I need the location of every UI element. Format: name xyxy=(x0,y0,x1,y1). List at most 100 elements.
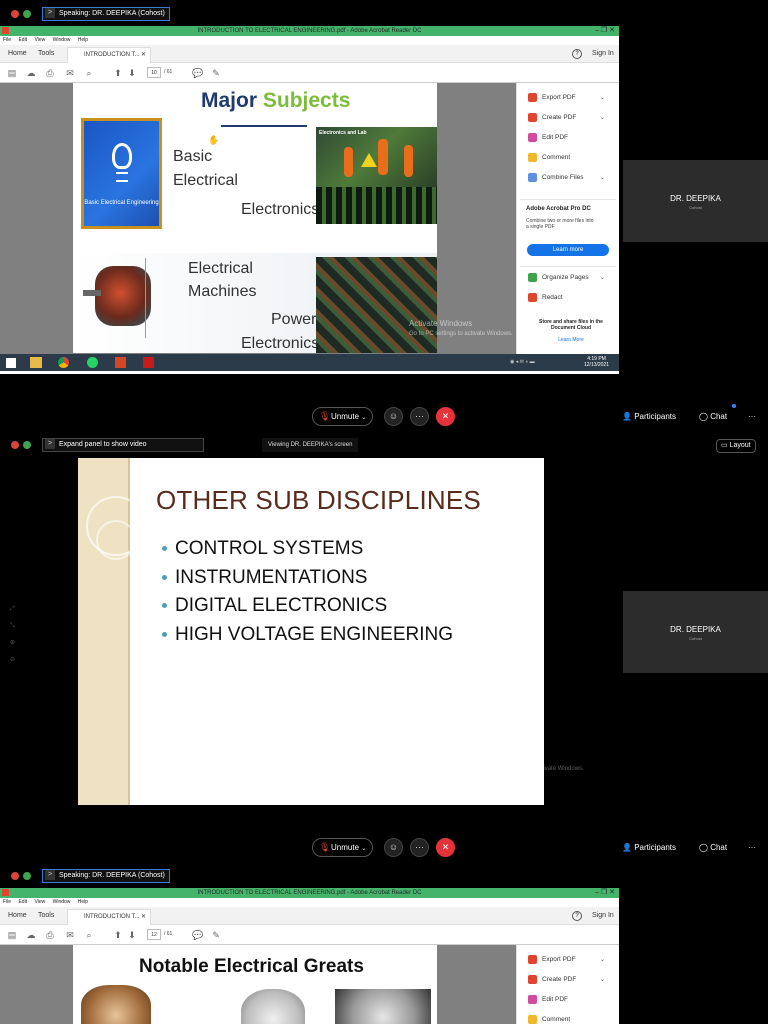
menu-edit[interactable]: Edit xyxy=(18,899,27,905)
chevron-down-icon[interactable]: ⌄ xyxy=(600,974,605,986)
close-dot-icon[interactable] xyxy=(11,872,19,880)
document-viewer[interactable]: Notable Electrical Greats xyxy=(0,945,516,1024)
save-icon[interactable]: ▤ xyxy=(7,930,17,940)
folder-icon[interactable] xyxy=(30,357,42,368)
menu-view[interactable]: View xyxy=(34,37,45,43)
participant-video-tile[interactable]: DR. DEEPIKA Cohost xyxy=(623,591,768,673)
store-learn-more-link[interactable]: Learn More xyxy=(529,337,613,343)
comment-icon[interactable]: 💬 xyxy=(192,68,203,78)
more-options-button[interactable]: ··· xyxy=(410,407,429,426)
menu-help[interactable]: Help xyxy=(78,899,88,905)
tool-comment[interactable]: Comment xyxy=(528,152,570,164)
leave-meeting-button[interactable]: ✕ xyxy=(436,407,455,426)
speaking-indicator[interactable]: > Speaking: DR. DEEPIKA (Cohost) xyxy=(42,869,170,883)
page-up-icon[interactable]: ⬆ xyxy=(113,930,123,940)
chevron-down-icon[interactable]: ⌄ xyxy=(600,172,605,184)
page-down-icon[interactable]: ⬇ xyxy=(127,930,137,940)
help-icon[interactable]: ? xyxy=(572,49,582,59)
tool-export-pdf[interactable]: Export PDF ⌄ xyxy=(528,92,605,104)
participant-video-tile[interactable]: DR. DEEPIKA Cohost xyxy=(623,160,768,242)
page-up-icon[interactable]: ⬆ xyxy=(113,68,123,78)
layout-button[interactable]: ▭ Layout xyxy=(716,439,756,453)
upload-icon[interactable]: ☁ xyxy=(26,68,36,78)
tab-home[interactable]: Home xyxy=(8,50,27,57)
chevron-down-icon[interactable]: ⌄ xyxy=(600,112,605,124)
expand-chevron-icon[interactable]: > xyxy=(45,8,55,19)
start-icon[interactable] xyxy=(6,358,16,368)
sign-in-link[interactable]: Sign In xyxy=(592,912,614,919)
whatsapp-icon[interactable] xyxy=(87,357,98,368)
reactions-button[interactable]: ☺ xyxy=(384,407,403,426)
learn-more-button[interactable]: Learn more xyxy=(527,244,609,256)
tool-combine-files[interactable]: Combine Files ⌄ xyxy=(528,172,605,184)
menu-file[interactable]: File xyxy=(3,899,11,905)
tool-create-pdf[interactable]: Create PDF ⌄ xyxy=(528,112,605,124)
save-icon[interactable]: ▤ xyxy=(7,68,17,78)
pen-icon[interactable]: ✎ xyxy=(211,68,221,78)
tab-document[interactable]: INTRODUCTION T... ✕ xyxy=(67,909,151,925)
tool-create-pdf[interactable]: Create PDF ⌄ xyxy=(528,974,605,986)
chat-button[interactable]: ◯ Chat xyxy=(699,412,727,421)
chevron-down-icon[interactable]: ⌄ xyxy=(600,954,605,966)
page-down-icon[interactable]: ⬇ xyxy=(127,68,137,78)
close-tab-icon[interactable]: ✕ xyxy=(141,48,146,62)
chrome-icon[interactable] xyxy=(58,357,69,368)
unmute-button[interactable]: 🎙 Unmute ⌄ xyxy=(312,838,374,857)
lock-dot-icon[interactable] xyxy=(23,872,31,880)
page-number-input[interactable]: 10 xyxy=(147,67,161,78)
chevron-down-icon[interactable]: ⌄ xyxy=(600,272,605,284)
pen-icon[interactable]: ✎ xyxy=(211,930,221,940)
tab-tools[interactable]: Tools xyxy=(38,912,54,919)
tool-organize-pages[interactable]: Organize Pages ⌄ xyxy=(528,272,605,284)
chevron-down-icon[interactable]: ⌄ xyxy=(600,92,605,104)
print-icon[interactable]: ⎙ xyxy=(45,68,55,78)
search-icon[interactable]: ⌕ xyxy=(84,930,94,940)
tray-icons[interactable]: ◉ ◂ ✉ ◖ ▬ xyxy=(510,359,535,365)
page-number-input[interactable]: 12 xyxy=(147,929,161,940)
email-icon[interactable]: ✉ xyxy=(65,930,75,940)
window-controls[interactable]: – ❐ ✕ xyxy=(595,26,615,36)
more-options-button[interactable]: ··· xyxy=(410,838,429,857)
more-menu-button[interactable]: ··· xyxy=(748,412,756,421)
print-icon[interactable]: ⎙ xyxy=(45,930,55,940)
document-viewer[interactable]: Major Subjects Basic Electrical Engineer… xyxy=(0,83,516,354)
menu-file[interactable]: File xyxy=(3,37,11,43)
expand-panel-button[interactable]: > Expand panel to show video xyxy=(42,438,204,452)
lock-dot-icon[interactable] xyxy=(23,441,31,449)
search-icon[interactable]: ⌕ xyxy=(84,68,94,78)
participants-button[interactable]: 👤 Participants xyxy=(622,843,676,852)
powerpoint-icon[interactable] xyxy=(115,357,126,368)
chat-button[interactable]: ◯ Chat xyxy=(699,843,727,852)
tool-redact[interactable]: Redact xyxy=(528,292,563,304)
upload-icon[interactable]: ☁ xyxy=(26,930,36,940)
zoom-controls[interactable]: ⤢ ⤡ ⊕ ⊖ xyxy=(10,601,15,669)
tool-edit-pdf[interactable]: Edit PDF xyxy=(528,132,568,144)
more-menu-button[interactable]: ··· xyxy=(748,843,756,852)
participants-button[interactable]: 👤 Participants xyxy=(622,412,676,421)
menu-window[interactable]: Window xyxy=(53,899,71,905)
lock-dot-icon[interactable] xyxy=(23,10,31,18)
speaking-indicator[interactable]: > Speaking: DR. DEEPIKA (Cohost) xyxy=(42,7,170,21)
window-controls[interactable]: – ❐ ✕ xyxy=(595,888,615,898)
expand-chevron-icon[interactable]: > xyxy=(45,870,55,881)
leave-meeting-button[interactable]: ✕ xyxy=(436,838,455,857)
reactions-button[interactable]: ☺ xyxy=(384,838,403,857)
close-tab-icon[interactable]: ✕ xyxy=(141,910,146,924)
tool-export-pdf[interactable]: Export PDF ⌄ xyxy=(528,954,605,966)
menu-window[interactable]: Window xyxy=(53,37,71,43)
tool-comment[interactable]: Comment xyxy=(528,1014,570,1024)
close-dot-icon[interactable] xyxy=(11,441,19,449)
email-icon[interactable]: ✉ xyxy=(65,68,75,78)
clock[interactable]: 4:19 PM 12/13/2021 xyxy=(584,356,609,368)
help-icon[interactable]: ? xyxy=(572,911,582,921)
tab-tools[interactable]: Tools xyxy=(38,50,54,57)
unmute-button[interactable]: 🎙 Unmute ⌄ xyxy=(312,407,374,426)
menu-edit[interactable]: Edit xyxy=(18,37,27,43)
sign-in-link[interactable]: Sign In xyxy=(592,50,614,57)
close-dot-icon[interactable] xyxy=(11,10,19,18)
tab-document[interactable]: INTRODUCTION T... ✕ xyxy=(67,47,151,63)
menu-help[interactable]: Help xyxy=(78,37,88,43)
tab-home[interactable]: Home xyxy=(8,912,27,919)
acrobat-taskbar-icon[interactable] xyxy=(143,357,154,368)
comment-icon[interactable]: 💬 xyxy=(192,930,203,940)
